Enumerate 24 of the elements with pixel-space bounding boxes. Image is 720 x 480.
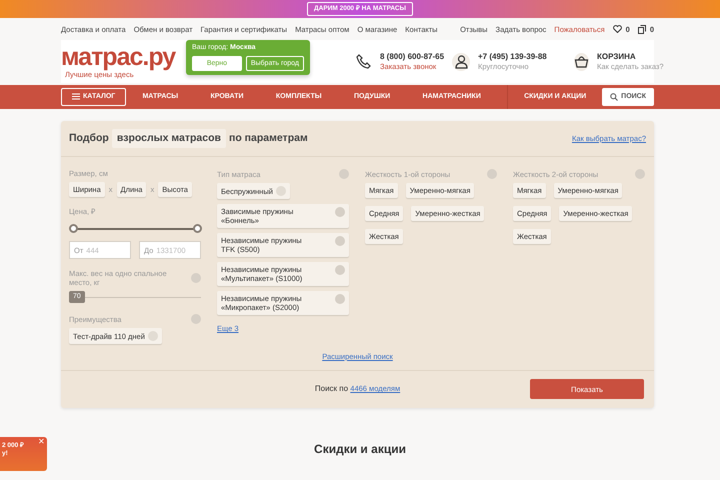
help-icon[interactable] <box>191 314 201 324</box>
price-slider[interactable] <box>69 224 201 233</box>
search-icon <box>610 92 618 101</box>
slider-thumb[interactable] <box>68 224 78 233</box>
category-selector[interactable]: взрослых матрасов <box>112 129 226 148</box>
basket-icon <box>574 52 589 70</box>
menu-icon <box>72 93 80 100</box>
slider-thumb[interactable] <box>192 224 202 233</box>
person-icon <box>452 52 470 70</box>
section-heading: Скидки и акции <box>314 442 406 456</box>
logo[interactable]: матрас.ру <box>61 44 176 70</box>
help-icon[interactable] <box>339 169 349 179</box>
phone-icon <box>354 52 372 70</box>
help-icon[interactable] <box>487 169 497 179</box>
help-icon[interactable] <box>635 169 645 179</box>
copy-icon <box>638 24 646 34</box>
filter-title: Подбор <box>69 132 109 145</box>
help-icon[interactable] <box>191 273 201 283</box>
filter-title: по параметрам <box>228 132 308 145</box>
close-button[interactable]: ✕ <box>38 438 45 446</box>
contact-title: +7 (495) 139-39-88 <box>478 52 547 62</box>
contact-title: 8 (800) 600-87-65 <box>380 52 444 62</box>
contact-title[interactable]: КОРЗИНА <box>597 52 664 62</box>
heart-icon <box>612 25 622 33</box>
